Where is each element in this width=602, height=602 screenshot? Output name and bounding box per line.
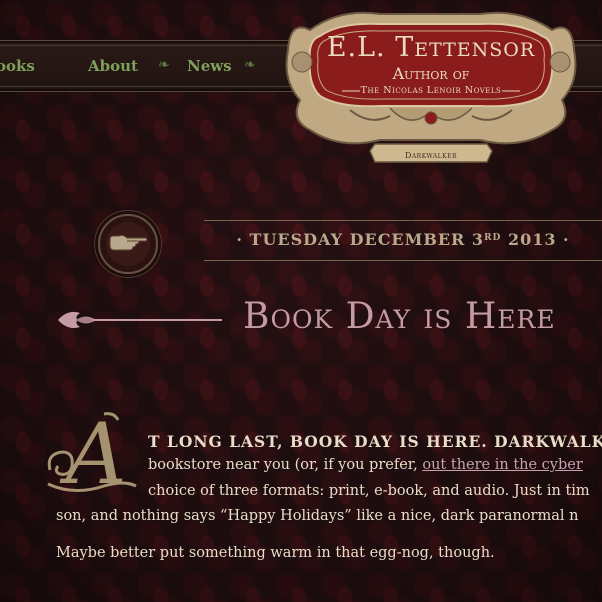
- post-title[interactable]: Book Day is Here: [243, 296, 556, 337]
- drop-cap: A: [44, 410, 142, 502]
- drop-cap-letter: A: [66, 405, 127, 503]
- paragraph-line-3: choice of three formats: print, e-book, …: [148, 483, 590, 499]
- cyber-link[interactable]: out there in the cyber: [422, 457, 582, 473]
- paragraph-2: Maybe better put something warm in that …: [56, 545, 495, 561]
- paragraph-line-1: T LONG LAST, BOOK DAY IS HERE. DARKWALKE: [148, 432, 602, 451]
- nav-link-about[interactable]: About: [88, 57, 138, 75]
- date-year-text: 2013 ·: [507, 230, 570, 249]
- author-subtitle: Author of: [392, 64, 470, 83]
- nav-separator-icon: ❧: [244, 57, 256, 73]
- pointing-hand-medallion: [98, 214, 158, 274]
- date-suffix: RD: [484, 233, 502, 243]
- paragraph-line-4: son, and nothing says “Happy Holidays” l…: [56, 508, 579, 524]
- post-date: · TUESDAY DECEMBER 3RD 2013 ·: [204, 230, 602, 249]
- arrow-fletching-ornament: [58, 311, 222, 329]
- series-name: The Nicolas Lenoir Novels: [360, 85, 502, 96]
- pointing-hand-icon: [109, 234, 147, 251]
- author-name: E.L. Tettensor: [326, 32, 536, 63]
- date-bottom-rule: [204, 260, 602, 261]
- nav-link-books[interactable]: ooks: [0, 57, 35, 75]
- line2-text: bookstore near you (or, if you prefer,: [148, 457, 423, 473]
- paragraph-line-2: bookstore near you (or, if you prefer, o…: [148, 457, 583, 473]
- date-top-rule: [204, 220, 602, 221]
- site-logo-crest[interactable]: E.L. Tettensor Author of The Nicolas Len…: [280, 0, 582, 170]
- date-day-text: · TUESDAY DECEMBER 3: [236, 230, 485, 249]
- nav-link-news[interactable]: News: [187, 57, 232, 75]
- ribbon-label: Darkwalker: [404, 151, 458, 160]
- nav-separator-icon: ❧: [158, 57, 170, 73]
